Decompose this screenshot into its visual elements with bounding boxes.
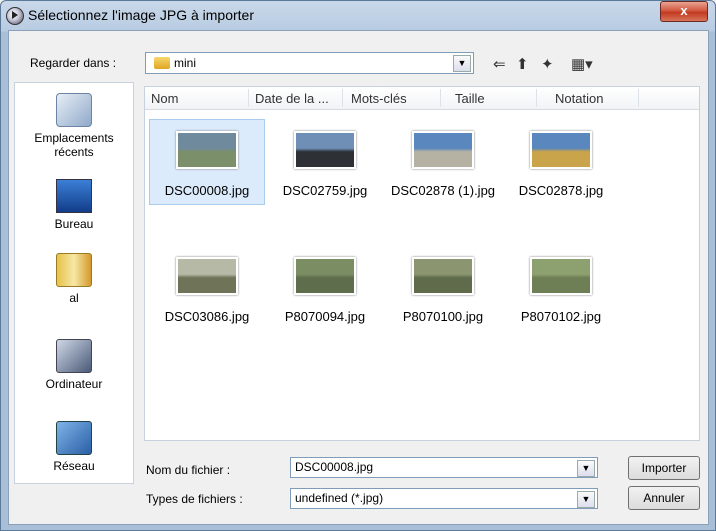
filename-label: Nom du fichier : — [146, 463, 231, 477]
chevron-down-icon[interactable]: ▼ — [577, 460, 595, 477]
place-network[interactable]: Réseau — [15, 421, 133, 473]
file-name: DSC02759.jpg — [282, 183, 368, 198]
open-button[interactable]: Importer — [628, 456, 700, 480]
lookin-combo[interactable]: mini ▼ — [145, 52, 474, 74]
folder-icon — [154, 57, 170, 69]
place-label: al — [69, 291, 79, 305]
file-name: DSC02878.jpg — [518, 183, 604, 198]
image-thumbnail — [294, 131, 356, 169]
file-name: DSC03086.jpg — [164, 309, 250, 324]
file-tile-1[interactable]: DSC02759.jpg — [267, 119, 383, 198]
chevron-down-icon[interactable]: ▼ — [577, 491, 595, 508]
file-list[interactable]: Nom Date de la ... Mots-clés Taille Nota… — [144, 86, 700, 441]
filename-input[interactable]: DSC00008.jpg ▼ — [290, 457, 598, 478]
file-name: P8070094.jpg — [284, 309, 366, 324]
file-tile-2[interactable]: DSC02878 (1).jpg — [385, 119, 501, 198]
column-size[interactable]: Taille — [455, 91, 485, 106]
up-folder-icon[interactable]: ⬆ — [516, 55, 529, 73]
filetype-label: Types de fichiers : — [146, 492, 243, 506]
chevron-down-icon[interactable]: ▼ — [453, 55, 471, 72]
place-label: Réseau — [53, 459, 95, 473]
view-menu-icon[interactable]: ▦▾ — [571, 55, 593, 73]
lookin-label: Regarder dans : — [30, 56, 117, 70]
app-icon — [6, 7, 24, 25]
image-thumbnail — [412, 257, 474, 295]
new-folder-icon[interactable]: ✦ — [541, 55, 554, 73]
back-icon[interactable]: ⇐ — [493, 55, 506, 73]
filetype-select[interactable]: undefined (*.jpg) ▼ — [290, 488, 598, 509]
place-label: Bureau — [54, 217, 94, 231]
image-thumbnail — [176, 131, 238, 169]
user-folder-icon — [56, 253, 92, 287]
places-bar: Emplacements récents Bureau al Ordinateu… — [14, 82, 134, 484]
file-name: DSC02878 (1).jpg — [390, 183, 496, 198]
title-bar[interactable]: Sélectionnez l'image JPG à importer x — [0, 0, 716, 30]
column-header-row: Nom Date de la ... Mots-clés Taille Nota… — [145, 87, 699, 110]
file-tile-0[interactable]: DSC00008.jpg — [149, 119, 265, 205]
place-computer[interactable]: Ordinateur — [15, 339, 133, 391]
image-thumbnail — [530, 257, 592, 295]
file-tile-4[interactable]: DSC03086.jpg — [149, 245, 265, 324]
filename-value: DSC00008.jpg — [295, 460, 374, 474]
place-desktop[interactable]: Bureau — [15, 179, 133, 231]
file-tile-3[interactable]: DSC02878.jpg — [503, 119, 619, 198]
image-thumbnail — [412, 131, 474, 169]
file-name: P8070100.jpg — [402, 309, 484, 324]
file-tile-7[interactable]: P8070102.jpg — [503, 245, 619, 324]
image-thumbnail — [294, 257, 356, 295]
place-recent[interactable]: Emplacements récents — [15, 93, 133, 159]
cancel-button[interactable]: Annuler — [628, 486, 700, 510]
place-user[interactable]: al — [15, 253, 133, 305]
recent-places-icon — [56, 93, 92, 127]
image-thumbnail — [176, 257, 238, 295]
file-name: P8070102.jpg — [520, 309, 602, 324]
column-date[interactable]: Date de la ... — [255, 91, 329, 106]
network-icon — [56, 421, 92, 455]
computer-icon — [56, 339, 92, 373]
window-title: Sélectionnez l'image JPG à importer — [28, 7, 254, 23]
column-rating[interactable]: Notation — [555, 91, 603, 106]
place-label: Emplacements récents — [34, 131, 114, 159]
column-keywords[interactable]: Mots-clés — [351, 91, 407, 106]
place-label: Ordinateur — [45, 377, 103, 391]
filetype-value: undefined (*.jpg) — [295, 491, 384, 505]
close-button[interactable]: x — [660, 1, 708, 22]
desktop-icon — [56, 179, 92, 213]
lookin-value: mini — [174, 56, 197, 70]
file-name: DSC00008.jpg — [164, 183, 250, 198]
file-tile-6[interactable]: P8070100.jpg — [385, 245, 501, 324]
image-thumbnail — [530, 131, 592, 169]
file-tile-5[interactable]: P8070094.jpg — [267, 245, 383, 324]
column-name[interactable]: Nom — [151, 91, 178, 106]
